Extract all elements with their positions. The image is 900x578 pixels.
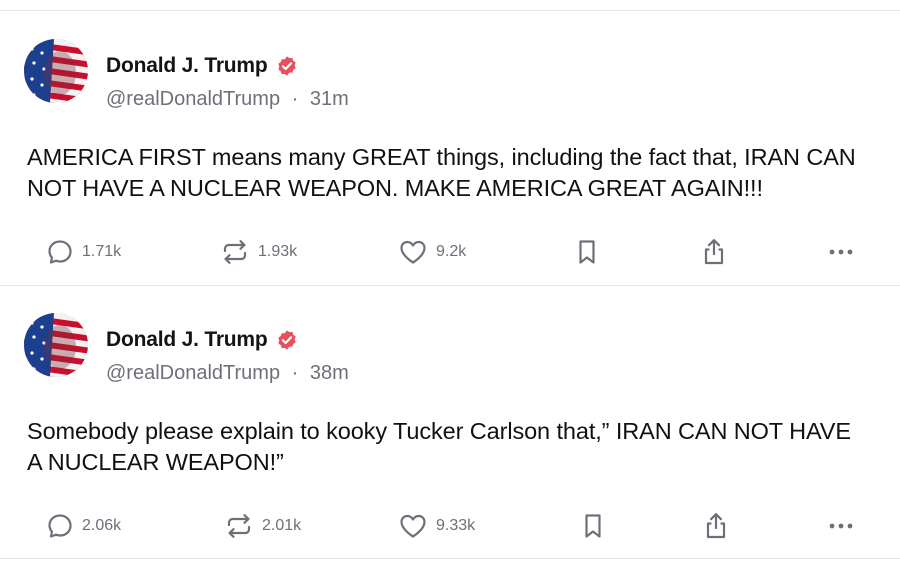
bottom-divider [0,558,900,559]
reply-count: 1.71k [82,243,122,260]
avatar[interactable] [24,39,88,103]
verified-badge-icon [276,55,298,77]
bookmark-button[interactable] [574,232,600,272]
author-handle[interactable]: @realDonaldTrump [106,362,280,384]
like-button[interactable]: 9.33k [398,506,475,546]
time-separator: · [291,88,299,110]
more-icon [826,238,856,266]
author-handle[interactable]: @realDonaldTrump [106,88,280,110]
share-button[interactable] [702,506,730,546]
like-button[interactable]: 9.2k [398,232,466,272]
bookmark-icon [574,238,600,266]
heart-icon [398,238,428,266]
share-icon [700,237,728,267]
bookmark-icon [580,512,606,540]
reply-icon [46,238,74,266]
like-count: 9.33k [436,517,476,534]
author-row: Donald J. Trump [106,325,298,355]
handle-row: @realDonaldTrump · 31m [106,88,349,111]
share-button[interactable] [700,232,728,272]
more-icon [826,512,856,540]
repost-count: 2.01k [262,517,302,534]
author-row: Donald J. Trump [106,51,298,81]
heart-icon [398,512,428,540]
share-icon [702,511,730,541]
reply-count: 2.06k [82,517,122,534]
repost-icon [224,512,254,540]
avatar[interactable] [24,313,88,377]
like-count: 9.2k [436,243,467,260]
handle-row: @realDonaldTrump · 38m [106,362,349,385]
author-name[interactable]: Donald J. Trump [106,54,268,78]
action-bar: 1.71k 1.93k 9.2k [0,232,900,272]
reply-icon [46,512,74,540]
verified-badge-icon [276,329,298,351]
post-time[interactable]: 38m [310,362,349,384]
author-name[interactable]: Donald J. Trump [106,328,268,352]
reply-button[interactable]: 2.06k [46,506,121,546]
more-button[interactable] [826,506,856,546]
post-card[interactable]: Donald J. Trump @realDonaldTrump · 31m A… [0,12,900,284]
repost-count: 1.93k [258,243,298,260]
reply-button[interactable]: 1.71k [46,232,121,272]
time-separator: · [291,362,299,384]
post-text: Somebody please explain to kooky Tucker … [27,418,851,475]
action-bar: 2.06k 2.01k 9.33k [0,506,900,546]
bookmark-button[interactable] [580,506,606,546]
post-card[interactable]: Donald J. Trump @realDonaldTrump · 38m S… [0,286,900,558]
repost-icon [220,238,250,266]
repost-button[interactable]: 1.93k [220,232,297,272]
top-divider [0,10,900,11]
post-time[interactable]: 31m [310,88,349,110]
repost-button[interactable]: 2.01k [224,506,301,546]
more-button[interactable] [826,232,856,272]
post-text: AMERICA FIRST means many GREAT things, i… [27,144,856,201]
